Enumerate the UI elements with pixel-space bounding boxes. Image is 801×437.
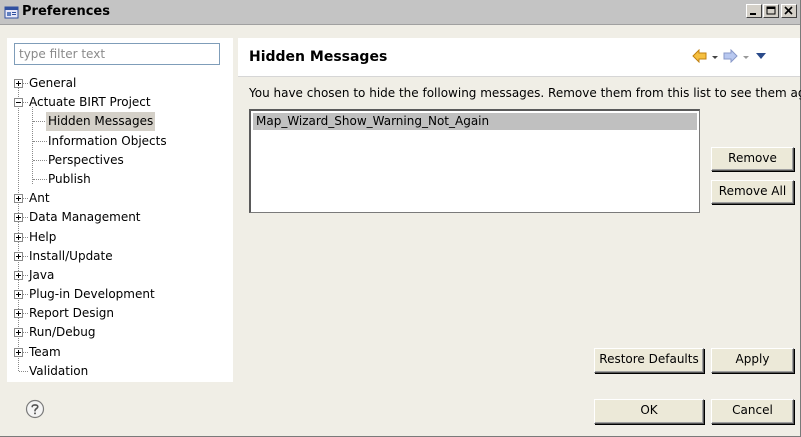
- minimize-icon: [750, 13, 756, 15]
- back-arrow-icon[interactable]: [692, 48, 708, 66]
- forward-menu-chevron-down-icon[interactable]: [742, 51, 750, 65]
- restore-defaults-button[interactable]: Restore Defaults: [594, 348, 704, 373]
- tree-item-perspectives[interactable]: Perspectives: [14, 151, 230, 170]
- maximize-icon: [766, 6, 776, 15]
- tree-item-plugin-development[interactable]: Plug-in Development: [14, 285, 230, 304]
- tree-item-java[interactable]: Java: [14, 266, 230, 285]
- expand-icon[interactable]: [14, 213, 23, 223]
- remove-all-button[interactable]: Remove All: [711, 180, 794, 204]
- expand-icon[interactable]: [14, 290, 23, 300]
- title-bar[interactable]: Preferences: [0, 0, 800, 25]
- tree-item-ant[interactable]: Ant: [14, 189, 230, 208]
- cancel-button[interactable]: Cancel: [711, 399, 794, 424]
- expand-icon[interactable]: [14, 309, 23, 319]
- forward-arrow-icon[interactable]: [722, 48, 738, 66]
- expand-icon[interactable]: [14, 232, 23, 242]
- tree-item-validation[interactable]: Validation: [14, 362, 230, 381]
- tree-item-information-objects[interactable]: Information Objects: [14, 132, 230, 151]
- tree-item-hidden-messages[interactable]: Hidden Messages: [14, 112, 230, 132]
- view-menu-chevron-down-icon[interactable]: [755, 50, 767, 64]
- expand-icon[interactable]: [14, 79, 23, 88]
- tree-item-team[interactable]: Team: [14, 343, 230, 362]
- minimize-button[interactable]: [746, 4, 762, 18]
- tree-item-publish[interactable]: Publish: [14, 170, 230, 189]
- tree-item-label-selected: Hidden Messages: [46, 112, 156, 132]
- tree-item-general[interactable]: General: [14, 74, 230, 93]
- expand-icon[interactable]: [14, 328, 23, 338]
- filter-input[interactable]: [14, 43, 220, 65]
- tree-item-actuate-birt-project[interactable]: Actuate BIRT Project: [14, 93, 230, 112]
- tree-item-data-management[interactable]: Data Management: [14, 208, 230, 227]
- window-title: Preferences: [22, 4, 110, 19]
- back-menu-chevron-down-icon[interactable]: [711, 51, 719, 65]
- expand-icon[interactable]: [14, 347, 23, 357]
- ok-button[interactable]: OK: [594, 399, 704, 424]
- hidden-messages-list[interactable]: Map_Wizard_Show_Warning_Not_Again: [249, 109, 700, 213]
- expand-icon[interactable]: [14, 251, 23, 261]
- help-icon[interactable]: [25, 399, 45, 419]
- preferences-tree: General Actuate BIRT Project Hidden Mess…: [14, 74, 230, 381]
- close-icon: [784, 6, 793, 15]
- tree-item-run-debug[interactable]: Run/Debug: [14, 323, 230, 342]
- page-title: Hidden Messages: [249, 49, 388, 65]
- close-button[interactable]: [781, 4, 797, 18]
- expand-icon[interactable]: [14, 194, 23, 204]
- maximize-button[interactable]: [763, 4, 779, 18]
- preferences-window: Preferences General Actuate BIRT Project: [0, 0, 801, 437]
- page-description: You have chosen to hide the following me…: [249, 86, 801, 100]
- remove-button[interactable]: Remove: [711, 147, 794, 171]
- tree-item-report-design[interactable]: Report Design: [14, 304, 230, 323]
- list-item[interactable]: Map_Wizard_Show_Warning_Not_Again: [253, 113, 697, 130]
- tree-item-help[interactable]: Help: [14, 228, 230, 247]
- expand-icon[interactable]: [14, 270, 23, 280]
- tree-item-install-update[interactable]: Install/Update: [14, 247, 230, 266]
- preferences-app-icon: [4, 6, 19, 19]
- collapse-icon[interactable]: [14, 98, 23, 108]
- apply-button[interactable]: Apply: [711, 348, 794, 373]
